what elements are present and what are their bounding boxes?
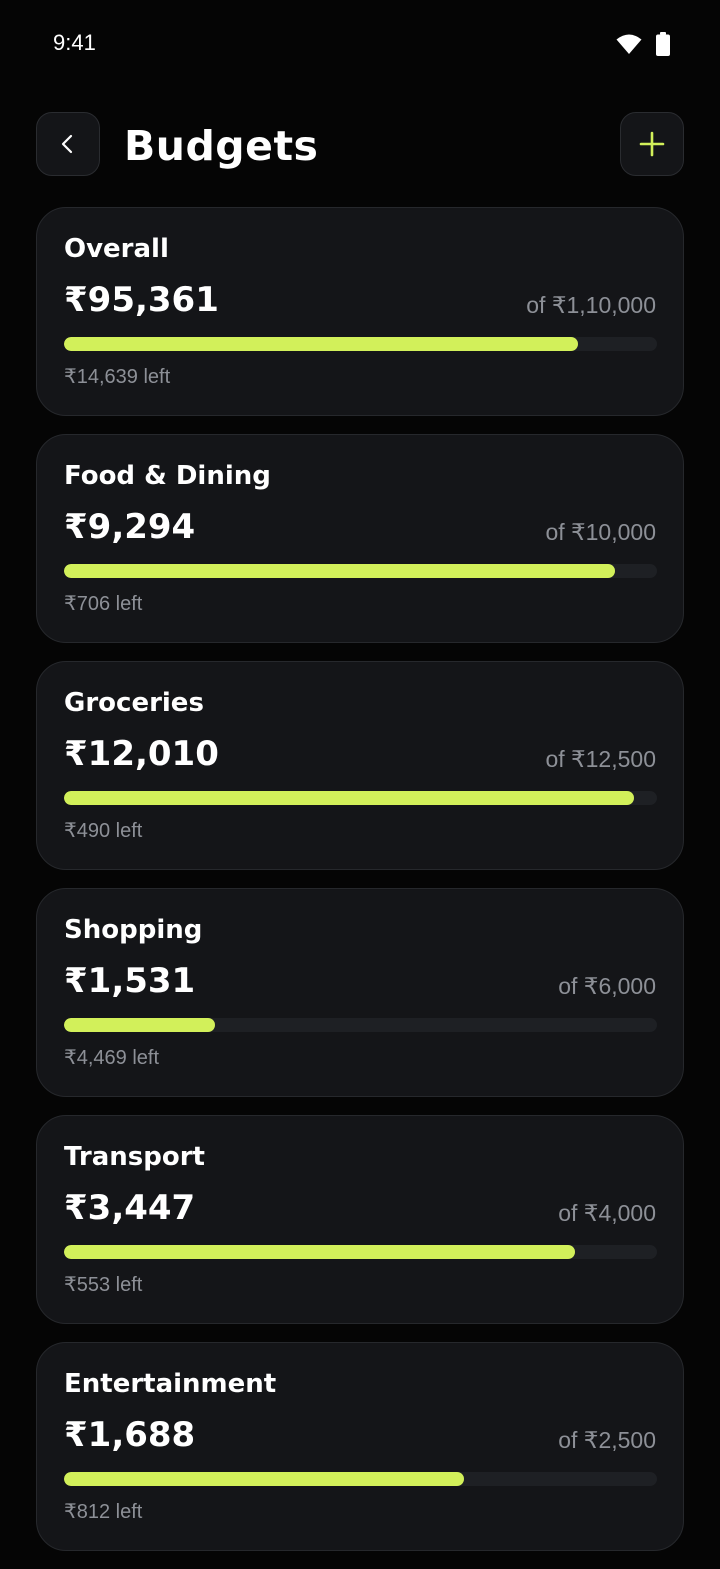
budget-limit: of ₹2,500 xyxy=(558,1427,656,1453)
budget-name: Food & Dining xyxy=(64,461,271,491)
budget-card[interactable]: Overall ₹95,361 of ₹1,10,000 ₹14,639 lef… xyxy=(36,207,684,416)
chevron-left-icon xyxy=(61,134,73,154)
battery-icon xyxy=(656,32,670,56)
budget-progress-fill xyxy=(64,1245,576,1259)
budget-progress-bar xyxy=(64,1472,657,1486)
status-icons xyxy=(616,32,670,56)
header: Budgets xyxy=(0,112,720,180)
budget-spent-amount: ₹95,361 xyxy=(64,280,219,320)
budget-spent-amount: ₹1,531 xyxy=(64,961,196,1001)
page-title: Budgets xyxy=(124,122,319,170)
budget-limit: of ₹12,500 xyxy=(545,746,656,772)
budget-progress-bar xyxy=(64,337,657,351)
budget-limit: of ₹6,000 xyxy=(558,973,656,999)
budget-card[interactable]: Groceries ₹12,010 of ₹12,500 ₹490 left xyxy=(36,661,684,870)
budget-card[interactable]: Food & Dining ₹9,294 of ₹10,000 ₹706 lef… xyxy=(36,434,684,643)
budget-progress-fill xyxy=(64,337,579,351)
plus-icon xyxy=(639,131,665,157)
status-bar: 9:41 xyxy=(0,0,720,90)
budget-remaining: ₹490 left xyxy=(64,820,143,842)
add-budget-button[interactable] xyxy=(620,112,684,176)
budget-progress-fill xyxy=(64,1472,465,1486)
back-button[interactable] xyxy=(36,112,100,176)
budget-progress-fill xyxy=(64,791,634,805)
budget-progress-fill xyxy=(64,564,615,578)
budget-progress-bar xyxy=(64,1018,657,1032)
budget-card[interactable]: Entertainment ₹1,688 of ₹2,500 ₹812 left xyxy=(36,1342,684,1551)
budget-progress-bar xyxy=(64,1245,657,1259)
budget-spent-amount: ₹1,688 xyxy=(64,1415,196,1455)
budget-remaining: ₹14,639 left xyxy=(64,366,171,388)
budget-limit: of ₹10,000 xyxy=(545,519,656,545)
budget-limit: of ₹4,000 xyxy=(558,1200,656,1226)
budget-card[interactable]: Transport ₹3,447 of ₹4,000 ₹553 left xyxy=(36,1115,684,1324)
budget-remaining: ₹706 left xyxy=(64,593,143,615)
wifi-icon xyxy=(616,34,642,54)
budget-progress-bar xyxy=(64,564,657,578)
budget-progress-bar xyxy=(64,791,657,805)
budget-limit: of ₹1,10,000 xyxy=(526,292,656,318)
budget-spent-amount: ₹3,447 xyxy=(64,1188,196,1228)
budget-name: Groceries xyxy=(64,688,204,718)
budget-progress-fill xyxy=(64,1018,216,1032)
budget-name: Transport xyxy=(64,1142,205,1172)
budget-name: Shopping xyxy=(64,915,203,945)
budget-card[interactable]: Shopping ₹1,531 of ₹6,000 ₹4,469 left xyxy=(36,888,684,1097)
budget-name: Entertainment xyxy=(64,1369,277,1399)
budget-remaining: ₹4,469 left xyxy=(64,1047,160,1069)
status-time: 9:41 xyxy=(53,30,96,55)
budget-name: Overall xyxy=(64,234,169,264)
budget-remaining: ₹553 left xyxy=(64,1274,143,1296)
budget-list: Overall ₹95,361 of ₹1,10,000 ₹14,639 lef… xyxy=(36,207,684,1569)
budget-remaining: ₹812 left xyxy=(64,1501,143,1523)
budget-spent-amount: ₹9,294 xyxy=(64,507,196,547)
budget-spent-amount: ₹12,010 xyxy=(64,734,219,774)
